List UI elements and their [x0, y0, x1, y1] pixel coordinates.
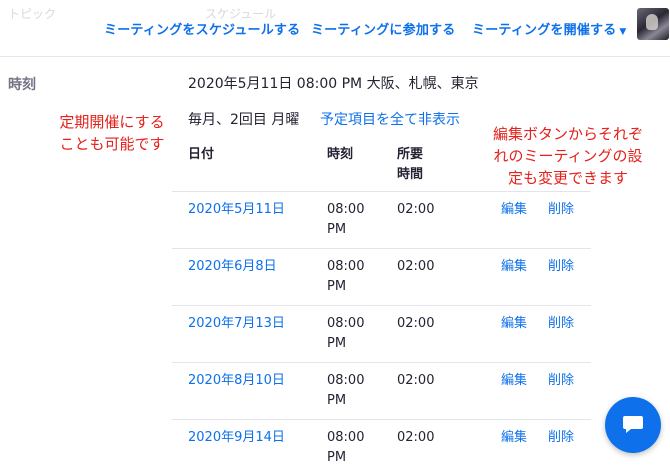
duration-header-line: 所要 [397, 147, 424, 162]
occurrence-duration: 02:00 [397, 202, 435, 217]
duration-column-header: 所要 時間 [397, 145, 423, 185]
row-divider [172, 248, 591, 249]
edit-button[interactable]: 編集 [501, 257, 527, 277]
faded-topic-label: トピック [8, 7, 57, 21]
time-period: PM [327, 450, 347, 465]
occurrence-date-link[interactable]: 2020年5月11日 [188, 200, 285, 220]
edit-button[interactable]: 編集 [501, 371, 527, 391]
chevron-down-icon: ▼ [619, 27, 627, 37]
edit-button[interactable]: 編集 [501, 314, 527, 334]
row-divider [172, 191, 591, 192]
time-period: PM [327, 279, 347, 294]
time-period: PM [327, 393, 347, 408]
row-divider [172, 419, 591, 420]
delete-button[interactable]: 削除 [548, 428, 574, 448]
chat-button[interactable] [605, 397, 661, 453]
time-value: 08:00 [327, 373, 365, 388]
annotation-line: 編集ボタンからそれぞ [492, 125, 643, 143]
occurrence-duration: 02:00 [397, 430, 435, 445]
time-field-label: 時刻 [8, 77, 36, 93]
occurrence-time: 08:00 PM [327, 314, 372, 354]
time-column-header: 時刻 [327, 147, 354, 162]
occurrence-time: 08:00 PM [327, 257, 372, 297]
edit-button[interactable]: 編集 [501, 428, 527, 448]
host-meeting-menu[interactable]: ミーティングを開催する ▼ [472, 19, 627, 38]
occurrence-date-link[interactable]: 2020年8月10日 [188, 371, 285, 391]
occurrence-duration: 02:00 [397, 373, 435, 388]
occurrence-duration: 02:00 [397, 259, 435, 274]
avatar[interactable] [637, 8, 669, 40]
delete-button[interactable]: 削除 [548, 257, 574, 277]
recurrence-text: 毎月、2回目 月曜 [188, 112, 300, 128]
occurrence-date-link[interactable]: 2020年9月14日 [188, 428, 285, 448]
occurrence-time: 08:00 PM [327, 428, 372, 468]
duration-header-line: 時間 [397, 167, 424, 182]
annotation-line: 定期開催にする [59, 113, 165, 131]
edit-annotation: 編集ボタンからそれぞ れのミーティングの設 定も変更できます [478, 123, 658, 189]
occurrence-date-link[interactable]: 2020年6月8日 [188, 257, 277, 277]
chat-bubble-icon [623, 416, 643, 433]
annotation-line: ことも可能です [59, 135, 165, 153]
meeting-datetime: 2020年5月11日 08:00 PM 大阪、札幌、東京 [188, 76, 479, 92]
annotation-line: れのミーティングの設 [493, 147, 643, 165]
delete-button[interactable]: 削除 [548, 371, 574, 391]
edit-button[interactable]: 編集 [501, 200, 527, 220]
schedule-meeting-link[interactable]: ミーティングをスケジュールする [104, 19, 300, 38]
occurrence-time: 08:00 PM [327, 200, 372, 240]
occurrence-duration: 02:00 [397, 316, 435, 331]
time-value: 08:00 [327, 259, 365, 274]
hide-occurrences-link[interactable]: 予定項目を全て非表示 [320, 109, 460, 129]
recurring-annotation: 定期開催にする ことも可能です [47, 111, 177, 155]
date-column-header: 日付 [188, 147, 215, 162]
time-value: 08:00 [327, 430, 365, 445]
time-value: 08:00 [327, 202, 365, 217]
top-navigation: トピック スケジュール ミーティングをスケジュールする ミーティングに参加する … [0, 0, 670, 57]
delete-button[interactable]: 削除 [548, 314, 574, 334]
host-meeting-label: ミーティングを開催する [472, 23, 617, 38]
time-period: PM [327, 222, 347, 237]
occurrence-date-link[interactable]: 2020年7月13日 [188, 314, 285, 334]
row-divider [172, 305, 591, 306]
annotation-line: 定も変更できます [507, 169, 628, 187]
time-value: 08:00 [327, 316, 365, 331]
time-period: PM [327, 336, 347, 351]
row-divider [172, 362, 591, 363]
occurrence-time: 08:00 PM [327, 371, 372, 411]
delete-button[interactable]: 削除 [548, 200, 574, 220]
join-meeting-link[interactable]: ミーティングに参加する [311, 19, 455, 38]
